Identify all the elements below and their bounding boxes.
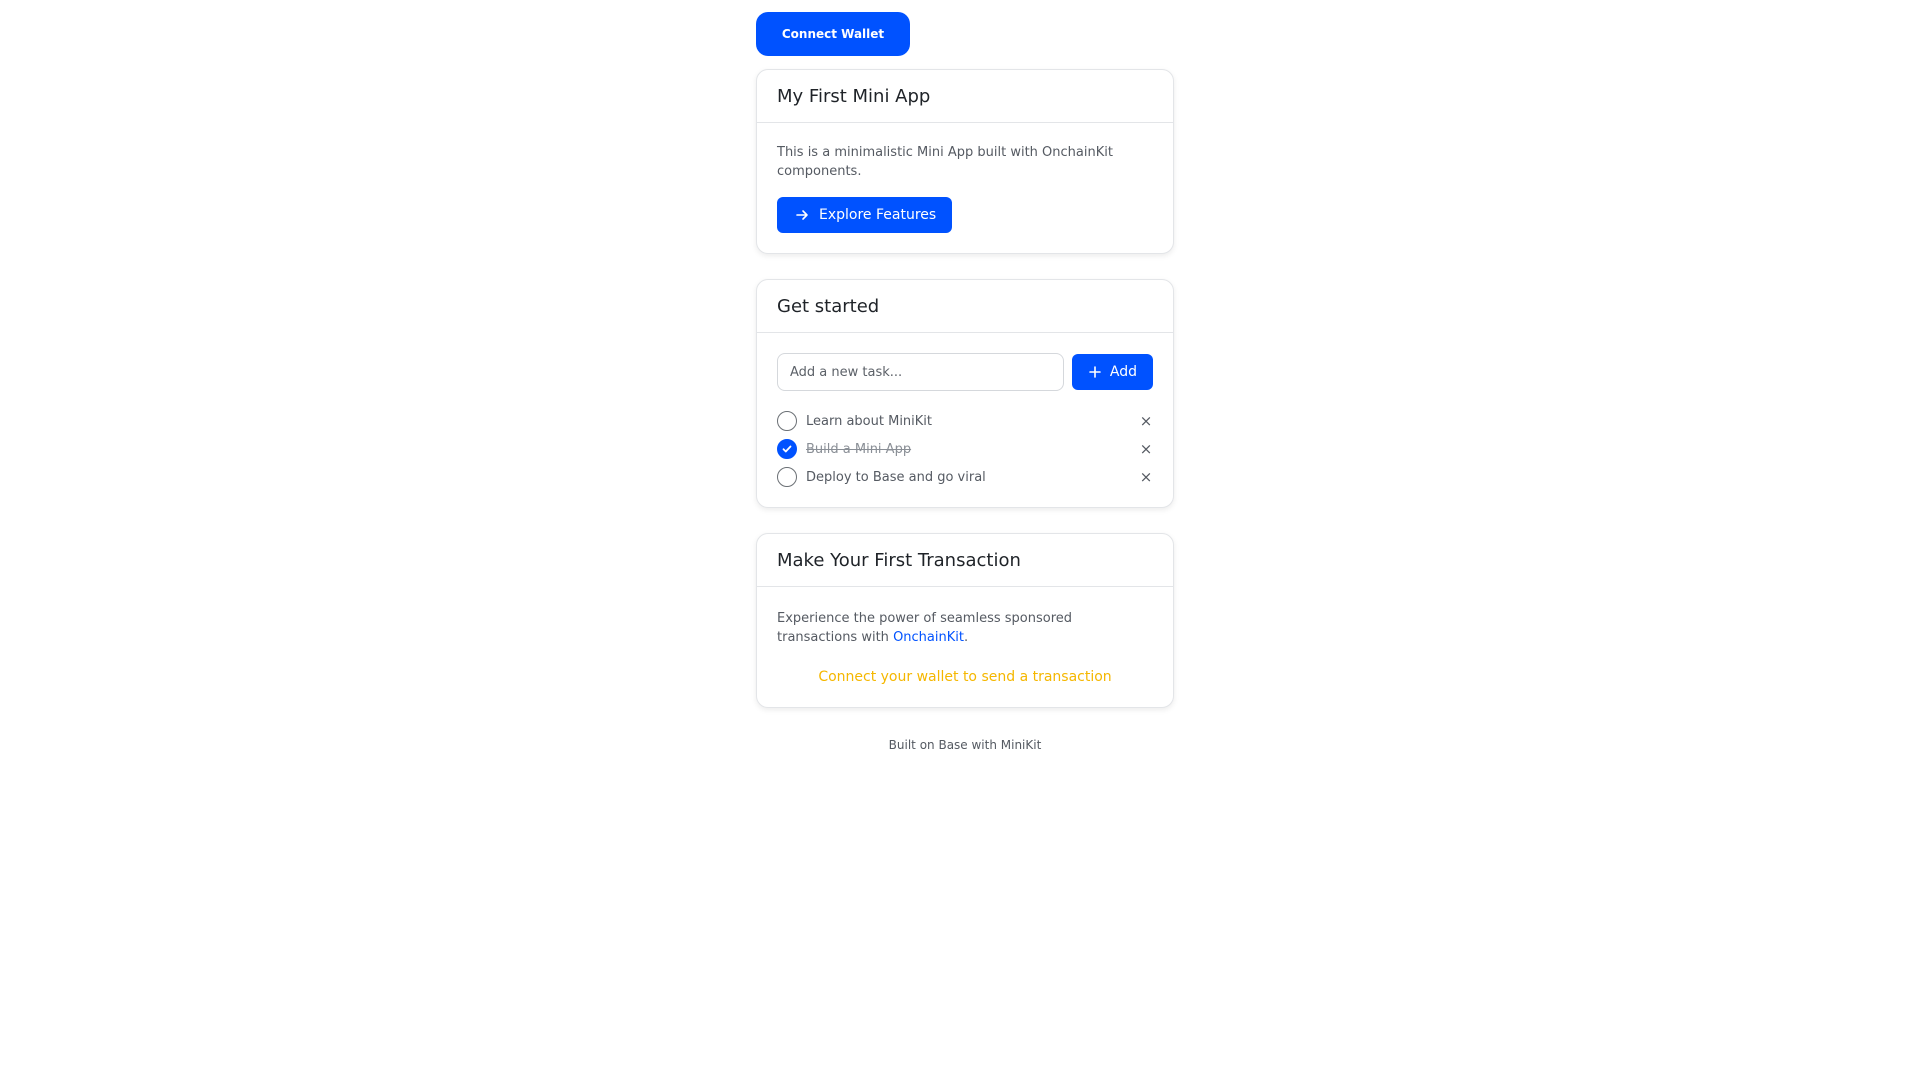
footer-text: Built on Base with MiniKit	[888, 738, 1042, 752]
task-label: Deploy to Base and go viral	[806, 469, 986, 485]
task-list: Learn about MiniKit × Build a Mini App ×…	[777, 407, 1153, 491]
remove-task-icon[interactable]: ×	[1139, 468, 1153, 486]
intro-card-header: My First Mini App	[757, 70, 1173, 123]
new-task-input[interactable]	[777, 353, 1064, 391]
explore-features-label: Explore Features	[819, 207, 937, 223]
tasks-card-title: Get started	[777, 295, 880, 317]
intro-card-body: This is a minimalistic Mini App built wi…	[757, 123, 1173, 253]
transaction-card: Make Your First Transaction Experience t…	[756, 533, 1174, 708]
task-label: Learn about MiniKit	[806, 413, 933, 429]
intro-description: This is a minimalistic Mini App built wi…	[777, 145, 1113, 179]
intro-card: My First Mini App This is a minimalistic…	[756, 69, 1174, 254]
remove-task-icon[interactable]: ×	[1139, 440, 1153, 458]
add-task-button[interactable]: Add	[1071, 354, 1153, 390]
remove-task-icon[interactable]: ×	[1139, 412, 1153, 430]
main-column: Connect Wallet My First Mini App This is…	[756, 12, 1174, 752]
transaction-description-end: .	[963, 630, 969, 645]
new-task-form: Add	[777, 353, 1153, 391]
task-item: Build a Mini App ×	[777, 435, 1153, 463]
task-checkbox[interactable]	[777, 411, 797, 431]
transaction-description: Experience the power of seamless sponsor…	[777, 609, 1153, 647]
task-item: Learn about MiniKit ×	[777, 407, 1153, 435]
checkmark-icon	[782, 445, 792, 453]
onchainkit-link[interactable]: OnchainKit	[893, 630, 964, 645]
transaction-card-title: Make Your First Transaction	[777, 549, 1021, 571]
tasks-card-header: Get started	[757, 280, 1173, 333]
plus-icon	[1089, 366, 1101, 378]
transaction-card-header: Make Your First Transaction	[757, 534, 1173, 587]
task-checkbox-checked[interactable]	[777, 439, 797, 459]
intro-card-title: My First Mini App	[777, 85, 931, 107]
task-item: Deploy to Base and go viral ×	[777, 463, 1153, 491]
tasks-card-body: Add Learn about MiniKit × Build a Mini A…	[757, 333, 1173, 507]
add-task-label: Add	[1109, 364, 1137, 380]
tasks-card: Get started Add Learn about MiniKit ×	[756, 279, 1174, 508]
connect-wallet-button[interactable]: Connect Wallet	[756, 12, 910, 56]
task-checkbox[interactable]	[777, 467, 797, 487]
wallet-status-message: Connect your wallet to send a transactio…	[818, 669, 1112, 685]
explore-features-button[interactable]: Explore Features	[777, 197, 953, 233]
task-label: Build a Mini App	[806, 441, 912, 457]
transaction-card-body: Experience the power of seamless sponsor…	[757, 587, 1173, 707]
arrow-right-icon	[796, 210, 808, 220]
